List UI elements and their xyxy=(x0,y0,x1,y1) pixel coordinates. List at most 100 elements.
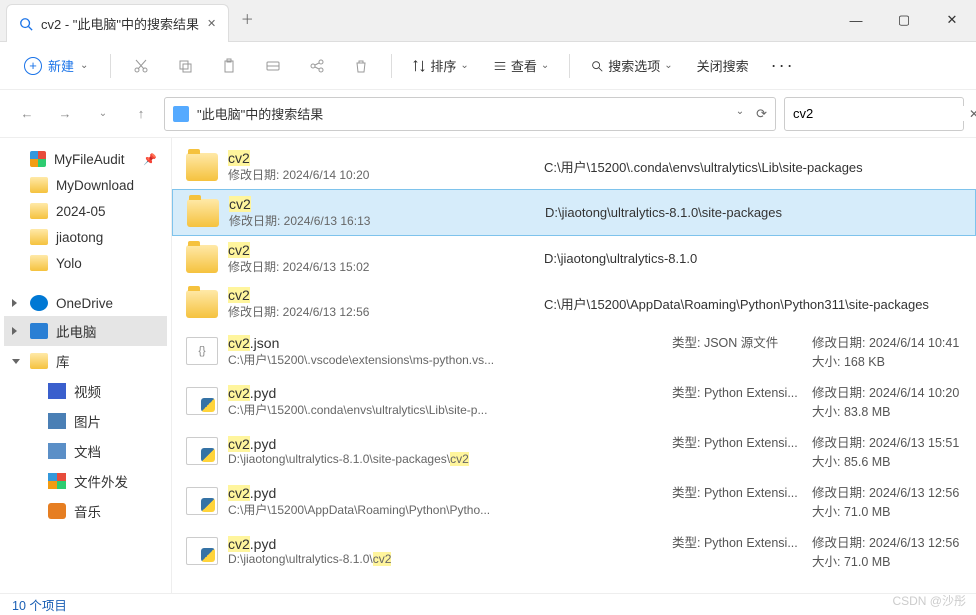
clear-icon[interactable]: ✕ xyxy=(969,107,976,121)
sidebar-item-audit[interactable]: MyFileAudit📌 xyxy=(4,146,167,172)
result-meta: 类型: Python Extensi...修改日期: 2024/6/13 12:… xyxy=(672,482,962,520)
item-count: 10 个项目 xyxy=(12,595,67,614)
chevron-down-icon: ⌄ xyxy=(460,60,468,71)
view-button[interactable]: 查看 ⌄ xyxy=(483,50,559,81)
result-subtext: 修改日期: 2024/6/13 12:56 xyxy=(228,303,528,320)
search-input[interactable] xyxy=(793,106,969,121)
sidebar-item-image[interactable]: 图片 xyxy=(4,406,167,436)
up-button[interactable]: ↑ xyxy=(126,99,156,129)
search-icon xyxy=(19,17,33,31)
minimize-button[interactable]: ― xyxy=(832,0,880,40)
result-path: D:\jiaotong\ultralytics-8.1.0 xyxy=(538,251,962,266)
search-options-button[interactable]: 搜索选项 ⌄ xyxy=(580,50,682,81)
rename-button[interactable] xyxy=(253,46,293,86)
navbar: ← → ⌄ ↑ "此电脑"中的搜索结果 ⌄ ⟳ ✕ xyxy=(0,90,976,138)
delete-button[interactable] xyxy=(341,46,381,86)
results-list: cv2修改日期: 2024/6/14 10:20C:\用户\15200\.con… xyxy=(172,138,976,593)
sidebar-item-fileext[interactable]: 文件外发 xyxy=(4,466,167,496)
sidebar-item-jiaotong[interactable]: jiaotong xyxy=(4,224,167,250)
forward-button[interactable]: → xyxy=(50,99,80,129)
result-main: cv2.jsonC:\用户\15200\.vscode\extensions\m… xyxy=(228,335,528,368)
audit-icon xyxy=(30,151,46,167)
sidebar-item-lib[interactable]: 库 xyxy=(4,346,167,376)
result-row[interactable]: cv2.pydC:\用户\15200\AppData\Roaming\Pytho… xyxy=(172,476,976,526)
result-row[interactable]: cv2.jsonC:\用户\15200\.vscode\extensions\m… xyxy=(172,326,976,376)
result-meta: 类型: Python Extensi...修改日期: 2024/6/13 12:… xyxy=(672,532,962,570)
sidebar-item-yolo[interactable]: Yolo xyxy=(4,250,167,276)
result-row[interactable]: cv2修改日期: 2024/6/13 16:13D:\jiaotong\ultr… xyxy=(172,189,976,236)
sidebar-item-music[interactable]: 音乐 xyxy=(4,496,167,526)
result-row[interactable]: cv2修改日期: 2024/6/13 15:02D:\jiaotong\ultr… xyxy=(172,236,976,281)
result-stats: 修改日期: 2024/6/13 15:51大小: 85.6 MB xyxy=(812,432,962,470)
chevron-down-icon: ⌄ xyxy=(664,60,672,71)
result-stats: 修改日期: 2024/6/14 10:41大小: 168 KB xyxy=(812,332,962,370)
refresh-button[interactable]: ⟳ xyxy=(756,106,767,122)
folder-icon xyxy=(30,177,48,193)
result-subtext: 修改日期: 2024/6/13 15:02 xyxy=(228,258,528,275)
close-button[interactable]: ✕ xyxy=(928,0,976,40)
result-name: cv2.json xyxy=(228,335,528,351)
sort-button[interactable]: 排序 ⌄ xyxy=(402,50,478,81)
pin-icon: 📌 xyxy=(143,153,157,166)
python-file-icon xyxy=(186,537,218,565)
result-stats: 修改日期: 2024/6/13 12:56大小: 71.0 MB xyxy=(812,532,962,570)
search-box[interactable]: ✕ xyxy=(784,97,964,131)
result-row[interactable]: cv2修改日期: 2024/6/13 12:56 C:\用户\15200\AppD… xyxy=(172,281,976,326)
cloud-icon xyxy=(30,295,48,311)
cut-button[interactable] xyxy=(121,46,161,86)
result-name: cv2 xyxy=(228,287,528,303)
sidebar-item-onedrive[interactable]: OneDrive xyxy=(4,290,167,316)
sort-icon xyxy=(412,59,426,73)
sidebar-item-video[interactable]: 视频 xyxy=(4,376,167,406)
close-search-button[interactable]: 关闭搜索 xyxy=(687,50,759,81)
folder-icon xyxy=(186,290,218,318)
statusbar: 10 个项目 xyxy=(0,593,976,615)
close-icon[interactable]: ✕ xyxy=(207,17,216,30)
result-type: 类型: Python Extensi... xyxy=(672,382,812,420)
maximize-button[interactable]: ▢ xyxy=(880,0,928,40)
more-button[interactable]: ··· xyxy=(763,55,803,76)
new-tab-button[interactable]: ＋ xyxy=(229,0,265,36)
result-main: cv2.pydD:\jiaotong\ultralytics-8.1.0\sit… xyxy=(228,436,528,466)
result-row[interactable]: cv2修改日期: 2024/6/14 10:20C:\用户\15200\.con… xyxy=(172,144,976,189)
copy-button[interactable] xyxy=(165,46,205,86)
result-main: cv2.pydC:\用户\15200\AppData\Roaming\Pytho… xyxy=(228,485,528,518)
back-button[interactable]: ← xyxy=(12,99,42,129)
new-button[interactable]: + 新建 ⌄ xyxy=(12,50,100,81)
result-row[interactable]: cv2.pydD:\jiaotong\ultralytics-8.1.0\cv2… xyxy=(172,526,976,576)
python-file-icon xyxy=(186,437,218,465)
result-name: cv2 xyxy=(229,196,529,212)
sidebar-item-doc[interactable]: 文档 xyxy=(4,436,167,466)
search-options-icon xyxy=(590,59,604,73)
plus-icon: + xyxy=(24,57,42,75)
result-type: 类型: Python Extensi... xyxy=(672,532,812,570)
sidebar-item-download[interactable]: MyDownload xyxy=(4,172,167,198)
result-main: cv2修改日期: 2024/6/14 10:20 xyxy=(228,150,528,183)
share-button[interactable] xyxy=(297,46,337,86)
doc-icon xyxy=(48,443,66,459)
result-stats: 修改日期: 2024/6/13 12:56大小: 71.0 MB xyxy=(812,482,962,520)
watermark: CSDN @沙彤 xyxy=(892,592,966,609)
result-meta: 类型: JSON 源文件修改日期: 2024/6/14 10:41大小: 168… xyxy=(672,332,962,370)
result-path: C:\用户\15200\AppData\Roaming\Python\Pytho… xyxy=(538,294,962,313)
address-bar[interactable]: "此电脑"中的搜索结果 ⌄ ⟳ xyxy=(164,97,776,131)
paste-button[interactable] xyxy=(209,46,249,86)
sidebar-item-month[interactable]: 2024-05 xyxy=(4,198,167,224)
result-row[interactable]: cv2.pydD:\jiaotong\ultralytics-8.1.0\sit… xyxy=(172,426,976,476)
result-meta: 类型: Python Extensi...修改日期: 2024/6/14 10:… xyxy=(672,382,962,420)
video-icon xyxy=(48,383,66,399)
sidebar-item-thispc[interactable]: 此电脑 xyxy=(4,316,167,346)
result-type: 类型: Python Extensi... xyxy=(672,432,812,470)
result-name: cv2 xyxy=(228,150,528,166)
toolbar: + 新建 ⌄ 排序 ⌄ 查看 ⌄ 搜索选项 ⌄ 关闭搜索 ··· xyxy=(0,42,976,90)
folder-icon xyxy=(187,199,219,227)
result-row[interactable]: cv2.pydC:\用户\15200\.conda\envs\ultralyti… xyxy=(172,376,976,426)
pc-icon xyxy=(30,323,48,339)
chevron-down-icon[interactable]: ⌄ xyxy=(736,106,744,122)
sidebar: MyFileAudit📌 MyDownload 2024-05 jiaotong… xyxy=(0,138,172,593)
chevron-down-icon[interactable]: ⌄ xyxy=(88,99,118,129)
result-name: cv2.pyd xyxy=(228,436,528,452)
result-subtext: D:\jiaotong\ultralytics-8.1.0\site-packa… xyxy=(228,452,528,466)
folder-icon xyxy=(186,245,218,273)
tab-active[interactable]: cv2 - "此电脑"中的搜索结果 ✕ xyxy=(6,4,229,42)
